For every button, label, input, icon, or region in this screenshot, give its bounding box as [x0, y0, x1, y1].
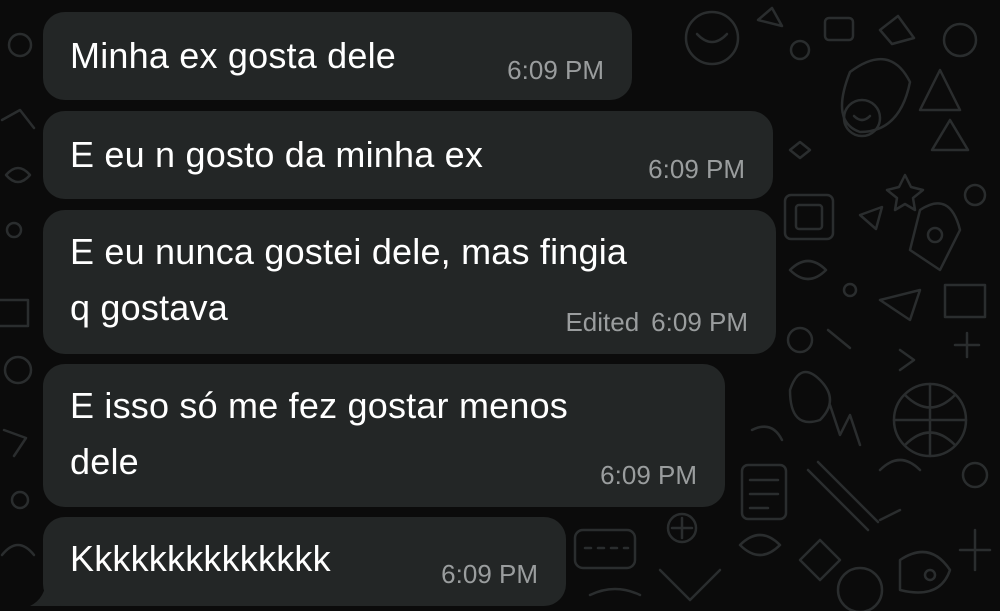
message-line: E isso só me fez gostar menos	[70, 385, 569, 426]
message-bubble[interactable]: E eu nunca gostei dele, mas fingia q gos…	[43, 210, 776, 354]
message-bubble[interactable]: Minha ex gosta dele 6:09 PM	[43, 12, 632, 100]
message-text: Kkkkkkkkkkkkkk	[70, 531, 331, 587]
edited-label: Edited	[565, 307, 640, 337]
message-text: Minha ex gosta dele	[70, 28, 396, 84]
message-time: 6:09 PM	[600, 460, 697, 490]
message-line: E eu nunca gostei dele, mas fingia	[70, 231, 628, 272]
message-text: E eu n gosto da minha ex	[70, 127, 483, 183]
message-meta: 6:09 PM	[507, 55, 604, 86]
message-meta: 6:09 PM	[600, 460, 697, 491]
message-bubble[interactable]: E eu n gosto da minha ex 6:09 PM	[43, 111, 773, 199]
message-time: 6:09 PM	[507, 55, 604, 85]
message-text: E isso só me fez gostar menos dele	[70, 378, 568, 490]
message-line: dele	[70, 441, 139, 482]
message-bubble[interactable]: Kkkkkkkkkkkkkk 6:09 PM	[43, 517, 566, 606]
message-time: 6:09 PM	[441, 559, 538, 589]
message-line: Minha ex gosta dele	[70, 35, 397, 76]
message-meta: 6:09 PM	[441, 559, 538, 590]
message-text: E eu nunca gostei dele, mas fingia q gos…	[70, 224, 627, 336]
message-time: 6:09 PM	[648, 154, 745, 184]
message-meta: Edited 6:09 PM	[565, 307, 748, 338]
message-line: Kkkkkkkkkkkkkk	[70, 538, 331, 579]
message-line: E eu n gosto da minha ex	[70, 134, 484, 175]
message-bubble[interactable]: E isso só me fez gostar menos dele 6:09 …	[43, 364, 725, 507]
message-line: q gostava	[70, 287, 228, 328]
message-meta: 6:09 PM	[648, 154, 745, 185]
message-time: 6:09 PM	[651, 307, 748, 337]
